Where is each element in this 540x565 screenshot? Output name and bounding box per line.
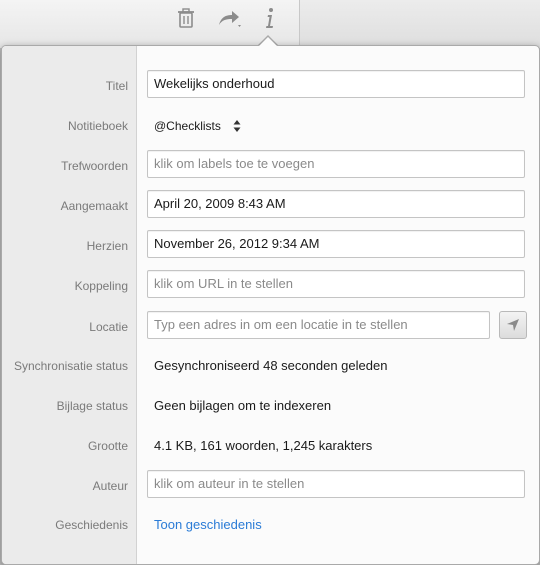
created-date-field[interactable]: April 20, 2009 8:43 AM (147, 190, 525, 218)
row-link: Koppeling klik om URL in te stellen (2, 266, 539, 306)
notebook-label: Notitieboek (67, 119, 128, 133)
sync-label: Synchronisatie status (13, 359, 128, 373)
attachments-label: Bijlage status (56, 399, 128, 413)
updated-date-field[interactable]: November 26, 2012 9:34 AM (147, 230, 525, 258)
tags-label: Trefwoorden (61, 159, 128, 173)
show-history-link[interactable]: Toon geschiedenis (154, 505, 262, 545)
created-label: Aangemaakt (60, 199, 128, 213)
location-arrow-icon (507, 319, 519, 331)
chevron-updown-icon[interactable] (233, 119, 241, 133)
size-value: 4.1 KB, 161 woorden, 1,245 karakters (154, 438, 373, 453)
author-label: Auteur (92, 479, 128, 493)
locate-button[interactable] (499, 311, 527, 339)
size-label: Grootte (87, 439, 128, 453)
share-icon[interactable] (216, 6, 241, 30)
title-field[interactable]: Wekelijks onderhoud (147, 70, 525, 98)
row-sync: Synchronisatie status Gesynchroniseerd 4… (2, 346, 539, 386)
location-input[interactable]: Typ een adres in om een locatie in te st… (147, 311, 490, 339)
row-location: Locatie Typ een adres in om een locatie … (2, 307, 539, 347)
history-label: Geschiedenis (55, 518, 128, 532)
note-info-popover: Titel Wekelijks onderhoud Notitieboek @C… (1, 45, 540, 565)
row-updated: Herzien November 26, 2012 9:34 AM (2, 226, 539, 266)
author-input[interactable]: klik om auteur in te stellen (147, 470, 525, 498)
trash-icon[interactable] (174, 6, 198, 30)
row-title: Titel Wekelijks onderhoud (2, 66, 539, 106)
title-label: Titel (105, 79, 128, 93)
row-notebook: Notitieboek @Checklists (2, 106, 539, 146)
tags-input[interactable]: klik om labels toe te voegen (147, 150, 525, 178)
updated-label: Herzien (86, 239, 128, 253)
row-created: Aangemaakt April 20, 2009 8:43 AM (2, 186, 539, 226)
info-icon[interactable] (258, 6, 282, 30)
row-author: Auteur klik om auteur in te stellen (2, 466, 539, 506)
location-label: Locatie (89, 320, 128, 334)
row-attachments: Bijlage status Geen bijlagen om te index… (2, 386, 539, 426)
row-tags: Trefwoorden klik om labels toe te voegen (2, 146, 539, 186)
sync-status-value: Gesynchroniseerd 48 seconden geleden (154, 358, 388, 373)
popover-arrow-inner (258, 37, 278, 47)
url-input[interactable]: klik om URL in te stellen (147, 270, 525, 298)
link-label: Koppeling (74, 279, 128, 293)
notebook-select[interactable]: @Checklists (154, 106, 221, 146)
attachments-status-value: Geen bijlagen om te indexeren (154, 398, 332, 413)
toolbar-right (299, 0, 540, 48)
row-size: Grootte 4.1 KB, 161 woorden, 1,245 karak… (2, 426, 539, 466)
row-history: Geschiedenis Toon geschiedenis (2, 505, 539, 545)
